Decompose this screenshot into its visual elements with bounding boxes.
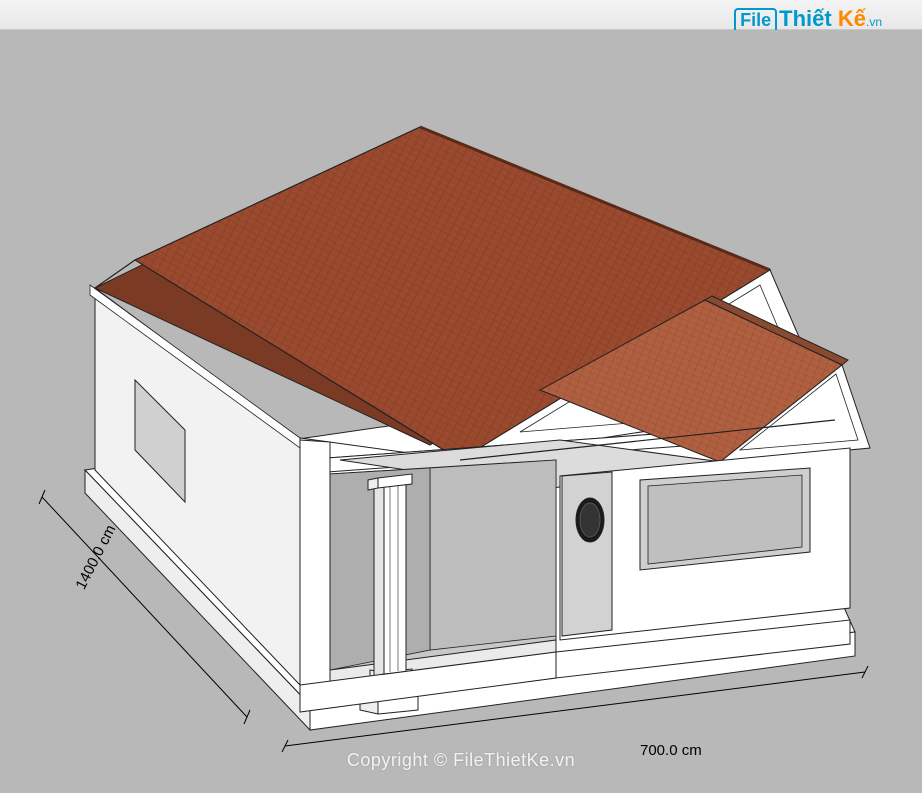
left-pier [300,440,330,690]
house-model [0,30,922,793]
dimension-width-label: 700.0 cm [640,742,702,759]
logo-part-ke: Kế [838,6,866,31]
3d-viewport[interactable]: 1400.0 cm 700.0 cm Copyright © FileThiet… [0,30,922,793]
door-alcove [562,472,612,636]
app-toolbar: FileThiết Kế.vn [0,0,922,30]
site-logo: FileThiết Kế.vn [734,6,882,33]
copyright-watermark: Copyright © FileThietKe.vn [347,750,575,771]
house-svg [0,30,922,793]
logo-part-vn: .vn [866,15,882,29]
logo-part-thiet: Thiết [779,6,832,31]
